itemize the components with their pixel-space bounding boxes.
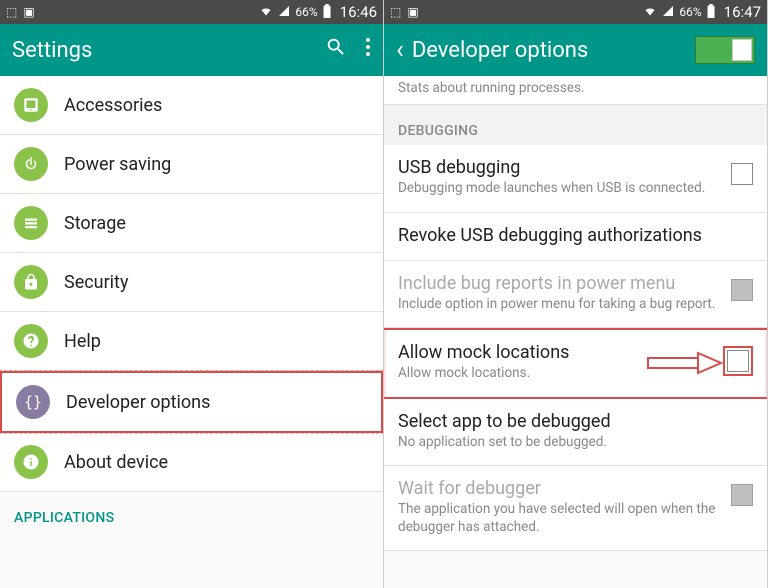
settings-item-process-stats[interactable]: Stats about running processes. (384, 76, 767, 105)
storage-icon (14, 206, 48, 240)
signal-icon (277, 5, 291, 20)
checkbox[interactable] (727, 350, 749, 372)
checkbox[interactable] (731, 163, 753, 185)
settings-item-title: Wait for debugger (398, 478, 721, 499)
back-icon[interactable]: ‹ (396, 37, 404, 63)
settings-item-label: Storage (64, 213, 126, 234)
signal-icon (661, 5, 675, 20)
developer-options-list: Stats about running processes. DEBUGGING… (384, 76, 767, 588)
settings-item-sub: Allow mock locations. (398, 365, 713, 383)
page-title: Settings (12, 38, 325, 63)
status-time: 16:47 (724, 3, 761, 21)
app-bar: Settings (0, 24, 383, 76)
settings-item-sub: The application you have selected will o… (398, 501, 721, 536)
status-bar: ⬚ ▣ 66% 16:47 (384, 0, 767, 24)
settings-item-power-saving[interactable]: Power saving (0, 135, 383, 194)
battery-text: 66% (679, 5, 701, 19)
settings-item-about-device[interactable]: About device (0, 433, 383, 492)
info-icon (14, 445, 48, 479)
settings-item-sub: Stats about running processes. (398, 80, 753, 96)
checkbox (731, 484, 753, 506)
settings-item-label: About device (64, 452, 168, 473)
checkbox (731, 279, 753, 301)
notification-icon: ▣ (407, 5, 418, 19)
settings-item-bug-reports-menu: Include bug reports in power menu Includ… (384, 261, 767, 329)
app-bar: ‹ Developer options (384, 24, 767, 76)
developer-options-screen: ⬚ ▣ 66% 16:47 ‹ Developer options Stats … (384, 0, 768, 588)
settings-item-sub: No application set to be debugged. (398, 434, 743, 452)
page-title: Developer options (412, 38, 695, 63)
more-icon[interactable] (365, 37, 371, 63)
power-icon (14, 147, 48, 181)
checkbox-highlight (723, 346, 753, 376)
settings-item-sub: Debugging mode launches when USB is conn… (398, 180, 721, 198)
settings-item-title: Include bug reports in power menu (398, 273, 721, 294)
developer-options-toggle[interactable] (695, 36, 755, 64)
settings-item-security[interactable]: Security (0, 253, 383, 312)
battery-text: 66% (295, 5, 317, 19)
settings-item-label: Security (64, 272, 128, 293)
status-bar: ⬚ ▣ 66% 16:46 (0, 0, 383, 24)
settings-item-title: Allow mock locations (398, 342, 713, 363)
settings-item-select-debug-app[interactable]: Select app to be debugged No application… (384, 399, 767, 467)
notification-icon: ▣ (23, 5, 34, 19)
battery-icon (322, 4, 332, 21)
settings-item-sub: Include option in power menu for taking … (398, 296, 721, 314)
settings-screen: ⬚ ▣ 66% 16:46 Settings (0, 0, 384, 588)
notification-icon: ⬚ (390, 5, 401, 19)
settings-item-title: USB debugging (398, 157, 721, 178)
search-icon[interactable] (325, 36, 347, 64)
wifi-icon (259, 5, 273, 20)
settings-item-label: Developer options (66, 392, 210, 413)
settings-item-wait-for-debugger: Wait for debugger The application you ha… (384, 466, 767, 551)
settings-item-developer-options[interactable]: {} Developer options (0, 371, 383, 433)
status-time: 16:46 (340, 3, 377, 21)
section-applications: APPLICATIONS (0, 492, 383, 532)
settings-item-allow-mock-locations[interactable]: Allow mock locations Allow mock location… (384, 328, 767, 399)
settings-item-label: Help (64, 331, 101, 352)
battery-icon (706, 4, 716, 21)
settings-list: Accessories Power saving Storage Securit… (0, 76, 383, 588)
settings-item-label: Power saving (64, 154, 171, 175)
settings-item-title: Revoke USB debugging authorizations (398, 225, 743, 246)
settings-item-label: Accessories (64, 95, 162, 116)
settings-item-revoke-usb-auth[interactable]: Revoke USB debugging authorizations (384, 213, 767, 261)
settings-item-accessories[interactable]: Accessories (0, 76, 383, 135)
settings-item-help[interactable]: Help (0, 312, 383, 371)
settings-item-storage[interactable]: Storage (0, 194, 383, 253)
lock-icon (14, 265, 48, 299)
help-icon (14, 324, 48, 358)
settings-item-usb-debugging[interactable]: USB debugging Debugging mode launches wh… (384, 145, 767, 213)
tablet-icon (14, 88, 48, 122)
wifi-icon (643, 5, 657, 20)
settings-item-title: Select app to be debugged (398, 411, 743, 432)
braces-icon: {} (16, 385, 50, 419)
section-debugging: DEBUGGING (384, 105, 767, 145)
notification-icon: ⬚ (6, 5, 17, 19)
